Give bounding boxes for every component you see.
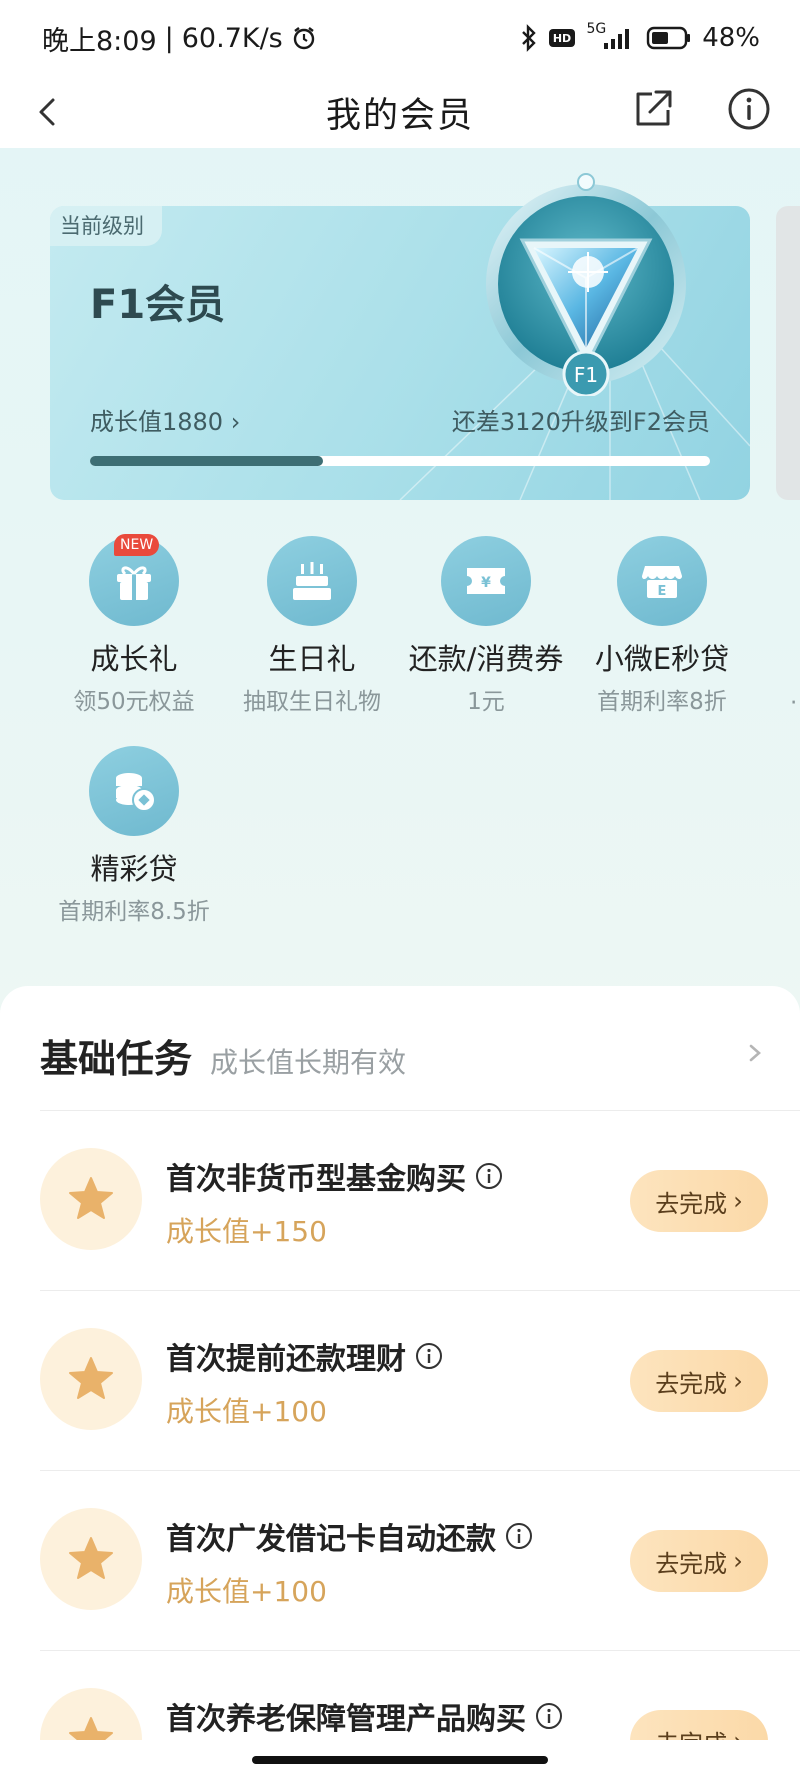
page-title: 我的会员 (325, 95, 474, 136)
back-arrow-icon[interactable] (26, 90, 70, 134)
star-icon (69, 1357, 113, 1399)
status-time: 晚上8:09 (42, 25, 157, 57)
benefit-title: 小微E秒贷 (594, 642, 730, 676)
level-name: F1会员 (90, 282, 226, 328)
task-reward: 成长值+100 (166, 1575, 327, 1608)
complete-task-button[interactable]: 去完成› (630, 1530, 768, 1592)
diamond-level-badge: F1 (486, 173, 686, 396)
task-name: 首次非货币型基金购买 (166, 1154, 504, 1198)
task-name: 首次提前还款理财 (166, 1334, 444, 1378)
star-icon (69, 1537, 113, 1579)
task-section-title: 基础任务 (40, 1037, 193, 1081)
benefit-growth-gift[interactable]: NEW 成长礼 领50元权益 (44, 534, 224, 716)
task-row: 首次非货币型基金购买 成长值+150 去完成 › (0, 1110, 800, 1290)
share-icon[interactable] (630, 86, 676, 132)
chevron-right-icon: › (230, 408, 241, 436)
chevron-right-icon[interactable] (742, 1038, 768, 1068)
svg-text:¥: ¥ (481, 575, 491, 591)
network-label: 5G (586, 21, 607, 37)
next-page-fragment: · (790, 690, 798, 716)
status-speed: 60.7K/s (181, 22, 283, 54)
battery-percent: 48% (702, 23, 760, 53)
benefit-micro-loan[interactable]: E 小微E秒贷 首期利率8折 (572, 536, 752, 716)
svg-text:E: E (658, 584, 667, 599)
cake-icon (293, 562, 331, 600)
nav-bar: 我的会员 (0, 76, 800, 148)
button-label: 去完成 (655, 1549, 728, 1578)
basic-tasks-panel: 基础任务 成长值长期有效 首次非货币型基金购买 成长值+150 去完成 › 首次提… (0, 986, 800, 1778)
benefit-subtitle: 抽取生日礼物 (243, 689, 381, 715)
status-bar: 晚上8:09 | 60.7K/s HD 5G 48% (0, 0, 800, 76)
task-name: 首次广发借记卡自动还款 (166, 1514, 534, 1558)
coupon-icon: ¥ (467, 568, 505, 594)
status-right: HD 5G 48% (520, 21, 760, 53)
info-icon[interactable] (474, 1161, 504, 1191)
coins-icon-circle (89, 746, 179, 836)
shop-icon: E (642, 566, 682, 599)
task-reward: 成长值+100 (166, 1395, 327, 1428)
button-label: 去完成 (655, 1369, 728, 1398)
star-icon (69, 1177, 113, 1219)
status-left: 晚上8:09 | 60.7K/s (42, 19, 317, 58)
shop-icon-circle: E (617, 536, 707, 626)
benefit-repayment-coupon[interactable]: ¥ 还款/消费券 1元 (396, 536, 576, 716)
benefit-title: 生日礼 (268, 642, 356, 676)
benefit-title: 成长礼 (90, 642, 178, 676)
star-icon-circle (40, 1328, 142, 1430)
coins-icon (116, 773, 156, 812)
battery-icon (647, 26, 691, 50)
benefit-subtitle: 首期利率8.5折 (58, 899, 210, 925)
gift-icon (117, 566, 151, 600)
svg-text:HD: HD (553, 32, 571, 45)
task-name-text: 首次广发借记卡自动还款 (166, 1522, 496, 1557)
cake-icon-circle (267, 536, 357, 626)
info-icon[interactable] (726, 86, 772, 132)
chevron-right-icon: › (733, 1187, 743, 1215)
info-icon[interactable] (534, 1701, 564, 1731)
info-icon[interactable] (414, 1341, 444, 1371)
badge-level-label: F1 (574, 363, 598, 387)
star-icon-circle (40, 1508, 142, 1610)
benefit-subtitle: 首期利率8折 (597, 689, 727, 715)
coupon-icon-circle: ¥ (441, 536, 531, 626)
new-badge: NEW (114, 534, 160, 556)
growth-progress-bar (90, 456, 710, 466)
signal-icon (604, 29, 630, 49)
benefit-subtitle: 领50元权益 (73, 689, 195, 715)
star-icon-circle (40, 1148, 142, 1250)
benefit-premium-loan[interactable]: 精彩贷 首期利率8.5折 (44, 746, 224, 926)
next-level-card-peek[interactable] (776, 206, 800, 500)
growth-value-link[interactable]: 成长值1880 › (90, 402, 240, 437)
chevron-right-icon: › (733, 1547, 743, 1575)
hd-icon: HD (549, 29, 576, 47)
growth-value-text: 成长值1880 (90, 408, 224, 436)
info-icon[interactable] (504, 1521, 534, 1551)
bluetooth-icon (522, 24, 537, 52)
task-section-subtitle: 成长值长期有效 (210, 1046, 407, 1079)
benefit-title: 精彩贷 (90, 852, 178, 886)
growth-progress-fill (90, 456, 324, 466)
complete-task-button[interactable]: 去完成› (630, 1170, 768, 1232)
alarm-icon (293, 27, 314, 50)
task-reward: 成长值+150 (166, 1215, 327, 1248)
task-name-text: 首次提前还款理财 (166, 1342, 406, 1377)
task-header[interactable]: 基础任务 成长值长期有效 (40, 1028, 406, 1083)
button-label: 去完成 (655, 1189, 728, 1218)
current-level-tag: 当前级别 (50, 206, 162, 246)
upgrade-hint: 还差3120升级到F2会员 (451, 408, 710, 436)
task-row: 首次提前还款理财 成长值+100 去完成 › (0, 1290, 800, 1470)
status-separator: | (164, 22, 174, 54)
task-row: 首次广发借记卡自动还款 成长值+100 去完成 › (0, 1470, 800, 1650)
benefit-title: 还款/消费券 (408, 642, 564, 676)
benefit-birthday-gift[interactable]: 生日礼 抽取生日礼物 (222, 536, 402, 716)
complete-task-button[interactable]: 去完成› (630, 1350, 768, 1412)
chevron-right-icon: › (733, 1367, 743, 1395)
task-name: 首次养老保障管理产品购买 (166, 1694, 564, 1738)
home-indicator[interactable] (252, 1756, 548, 1764)
benefit-subtitle: 1元 (467, 689, 505, 715)
task-name-text: 首次非货币型基金购买 (166, 1162, 466, 1197)
task-name-text: 首次养老保障管理产品购买 (166, 1702, 526, 1737)
